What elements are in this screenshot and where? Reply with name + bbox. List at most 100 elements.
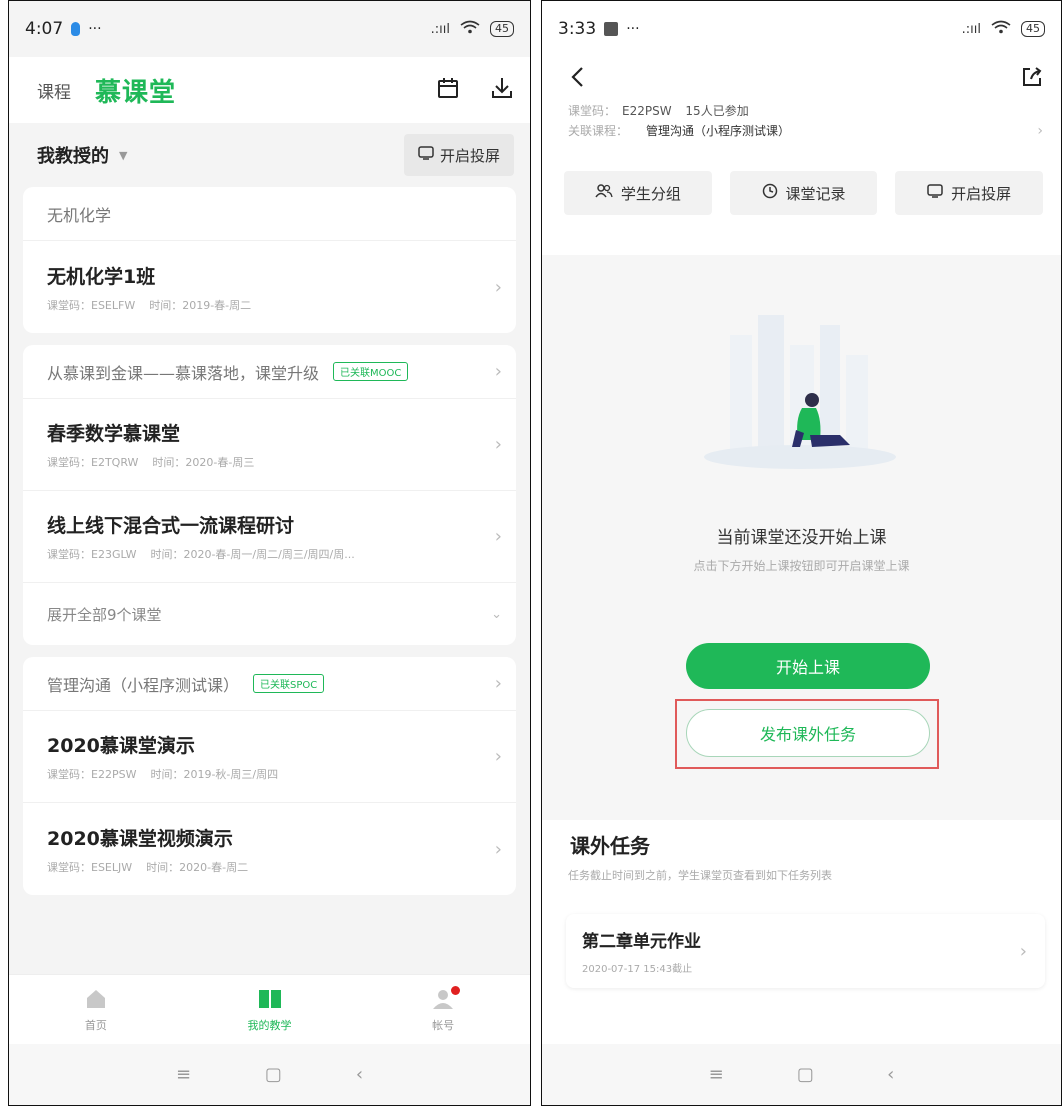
- student-group-label: 学生分组: [620, 184, 681, 203]
- class-row[interactable]: 无机化学1班 课堂码：ESELFW 时间：2019-春-周二 ›: [23, 241, 516, 333]
- class-code: 课堂码：E23GLW: [47, 548, 137, 561]
- user-icon: [432, 986, 461, 1013]
- signal-icon: .:ııl: [961, 21, 981, 37]
- battery-icon: 45: [1021, 21, 1045, 37]
- tab-my-teaching[interactable]: 我的教学: [183, 975, 357, 1046]
- menu-icon[interactable]: ≡: [176, 1064, 191, 1085]
- class-row[interactable]: 线上线下混合式一流课程研讨 课堂码：E23GLW 时间：2020-春-周一/周二/…: [23, 491, 516, 583]
- course-card: 无机化学 无机化学1班 课堂码：ESELFW 时间：2019-春-周二 ›: [23, 187, 516, 333]
- tab-home[interactable]: 首页: [9, 975, 183, 1046]
- filter-bar: 我教授的 ▼ 开启投屏: [9, 123, 530, 187]
- chevron-right-icon: ›: [494, 838, 502, 860]
- back-icon[interactable]: ‹: [887, 1064, 894, 1085]
- system-nav-bar: ≡ ▢ ‹: [542, 1044, 1061, 1105]
- course-header[interactable]: 管理沟通（小程序测试课） 已关联SPOC ›: [23, 657, 516, 711]
- class-time: 时间：2020-春-周一/周二/周三/周四/周...: [150, 548, 355, 561]
- home-square-icon[interactable]: ▢: [797, 1064, 814, 1085]
- share-icon[interactable]: [1021, 66, 1043, 92]
- course-card: 从慕课到金课——慕课落地，课堂升级 已关联MOOC › 春季数学慕课堂 课堂码：…: [23, 345, 516, 645]
- detail-header: [542, 57, 1061, 101]
- back-icon[interactable]: ‹: [356, 1064, 363, 1085]
- empty-state-illustration: [700, 295, 900, 495]
- class-code: 课堂码：ESELJW: [47, 860, 133, 874]
- menu-icon[interactable]: ≡: [709, 1064, 724, 1085]
- joined-count: 15人已参加: [685, 104, 749, 118]
- home-icon: [85, 988, 107, 1013]
- status-bar: 4:07 ··· .:ııl 45: [9, 1, 530, 57]
- right-phone-screen: 3:33 ··· .:ııl 45 课堂码： E22PSW 15人已参加 关联课程…: [541, 0, 1062, 1106]
- cast-screen-label: 开启投屏: [951, 184, 1012, 203]
- class-name: 春季数学慕课堂: [47, 423, 181, 445]
- publish-task-button[interactable]: 发布课外任务: [686, 709, 930, 757]
- start-class-button[interactable]: 开始上课: [686, 643, 930, 689]
- class-code: E22PSW: [622, 104, 672, 118]
- course-card: 管理沟通（小程序测试课） 已关联SPOC › 2020慕课堂演示 课堂码：E22…: [23, 657, 516, 895]
- cast-icon: [927, 184, 943, 202]
- chevron-right-icon: ›: [1019, 940, 1027, 962]
- cast-screen-button[interactable]: 开启投屏: [403, 134, 514, 176]
- action-buttons: 学生分组 课堂记录 开启投屏: [542, 171, 1061, 215]
- course-title: 从慕课到金课——慕课落地，课堂升级: [47, 363, 320, 383]
- class-status-panel: 当前课堂还没开始上课 点击下方开始上课按钮即可开启课堂上课 开始上课 发布课外任…: [542, 255, 1061, 820]
- course-title: 无机化学: [47, 205, 112, 225]
- tab-course[interactable]: 课程: [37, 78, 71, 103]
- class-row[interactable]: 春季数学慕课堂 课堂码：E2TQRW 时间：2020-春-周三 ›: [23, 399, 516, 491]
- expand-label: 展开全部9个课堂: [47, 605, 162, 624]
- teaching-filter-dropdown[interactable]: 我教授的: [37, 142, 109, 168]
- message-icon: [604, 22, 619, 36]
- task-item[interactable]: 第二章单元作业 2020-07-17 15:43截止 ›: [566, 914, 1045, 988]
- caret-down-icon[interactable]: ▼: [119, 149, 127, 162]
- cast-icon: [418, 146, 434, 164]
- chevron-right-icon: ›: [494, 526, 502, 547]
- tab-mooc[interactable]: 慕课堂: [95, 72, 176, 109]
- cast-screen-label: 开启投屏: [439, 146, 500, 165]
- class-name: 2020慕课堂视频演示: [47, 827, 233, 850]
- chevron-right-icon: ›: [494, 276, 502, 298]
- tab-account[interactable]: 帐号: [356, 975, 530, 1046]
- class-record-label: 课堂记录: [785, 184, 846, 203]
- tab-account-label: 帐号: [432, 1019, 455, 1032]
- tasks-section-subtitle: 任务截止时间到之前，学生课堂页查看到如下任务列表: [568, 869, 832, 882]
- status-bar: 3:33 ··· .:ııl 45: [542, 1, 1061, 57]
- class-name: 线上线下混合式一流课程研讨: [47, 515, 295, 537]
- cast-screen-button[interactable]: 开启投屏: [895, 171, 1044, 215]
- student-group-button[interactable]: 学生分组: [564, 171, 712, 215]
- linked-course-row[interactable]: 关联课程： 管理沟通（小程序测试课） ›: [568, 121, 1043, 141]
- chevron-right-icon: ›: [494, 434, 502, 455]
- task-name: 第二章单元作业: [582, 932, 701, 952]
- course-header: 无机化学: [23, 187, 516, 241]
- notification-dot: [451, 986, 461, 995]
- linked-spoc-badge: 已关联SPOC: [253, 674, 325, 693]
- app-header: 课程 慕课堂: [9, 57, 530, 123]
- class-code: 课堂码：ESELFW: [47, 298, 136, 312]
- signal-icon: .:ııl: [430, 21, 450, 37]
- linked-mooc-badge: 已关联MOOC: [333, 362, 409, 381]
- course-title: 管理沟通（小程序测试课）: [47, 675, 240, 695]
- class-row[interactable]: 2020慕课堂演示 课堂码：E22PSW 时间：2019-秋-周三/周四 ›: [23, 711, 516, 803]
- back-arrow-icon[interactable]: [570, 66, 584, 92]
- notification-icon: [71, 22, 81, 36]
- calendar-icon[interactable]: [436, 76, 460, 104]
- chevron-right-icon: ›: [494, 673, 502, 694]
- class-row[interactable]: 2020慕课堂视频演示 课堂码：ESELJW 时间：2020-春-周二 ›: [23, 803, 516, 895]
- class-time: 时间：2019-春-周二: [149, 298, 252, 312]
- wifi-icon: [991, 20, 1011, 38]
- class-code: 课堂码：E22PSW: [47, 768, 137, 781]
- battery-icon: 45: [490, 21, 514, 37]
- bottom-tab-bar: 首页 我的教学 帐号: [9, 974, 530, 1046]
- clock-icon: [762, 183, 778, 203]
- status-time: 3:33: [558, 19, 597, 39]
- group-icon: [595, 184, 613, 202]
- class-code-label: 课堂码：: [568, 104, 617, 118]
- wifi-icon: [460, 20, 480, 38]
- status-dots: ···: [88, 21, 102, 37]
- book-icon: [258, 988, 282, 1013]
- home-square-icon[interactable]: ▢: [265, 1064, 282, 1085]
- class-time: 时间：2020-春-周二: [146, 860, 249, 874]
- expand-all-classes[interactable]: 展开全部9个课堂 ⌄: [23, 583, 516, 645]
- tasks-section-title: 课外任务: [570, 834, 650, 858]
- class-record-button[interactable]: 课堂记录: [729, 171, 878, 215]
- class-info: 课堂码： E22PSW 15人已参加 关联课程： 管理沟通（小程序测试课） ›: [542, 101, 1061, 141]
- course-header[interactable]: 从慕课到金课——慕课落地，课堂升级 已关联MOOC ›: [23, 345, 516, 399]
- download-icon[interactable]: [490, 76, 514, 104]
